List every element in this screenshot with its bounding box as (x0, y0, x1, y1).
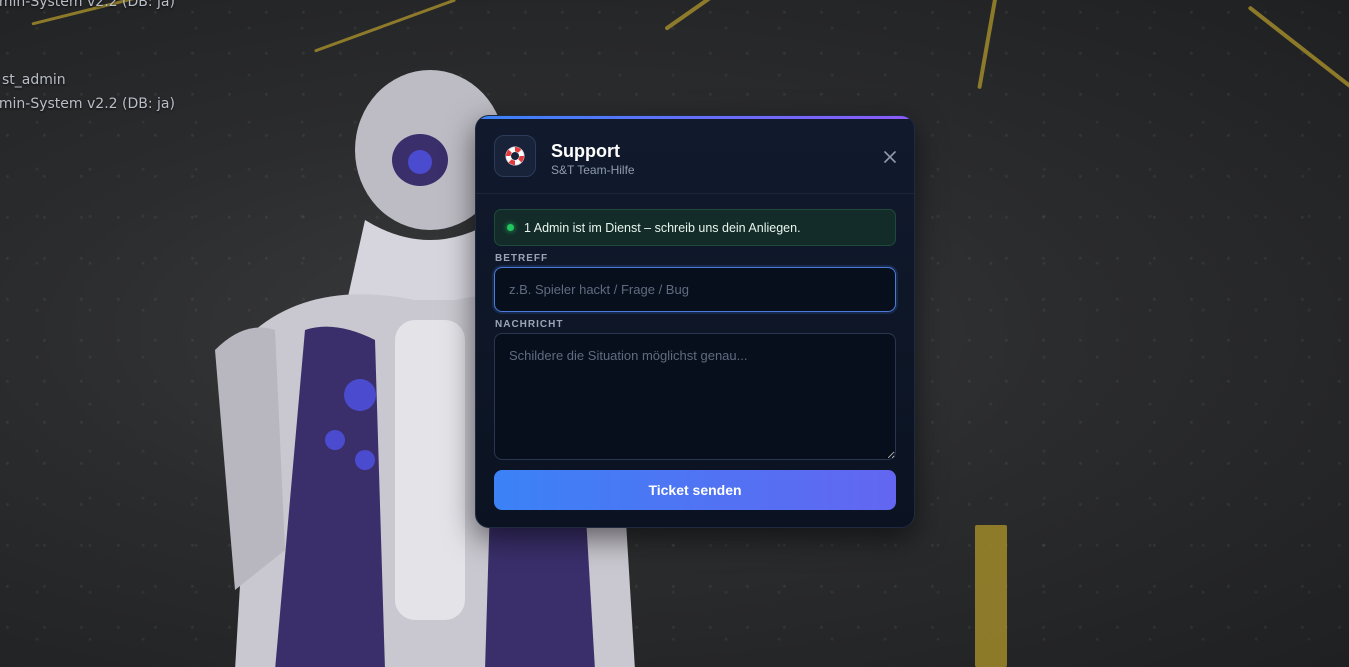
status-banner: 1 Admin ist im Dienst – schreib uns dein… (494, 209, 896, 246)
debug-overlay-line: dmin-System v2.2 (DB: ja) (0, 96, 175, 112)
online-dot-icon (507, 224, 514, 231)
road-marking (1247, 5, 1349, 89)
modal-subtitle: S&T Team-Hilfe (551, 163, 635, 177)
road-marking (977, 0, 998, 90)
road-marking (664, 0, 716, 31)
road-marking (314, 0, 456, 53)
submit-ticket-button[interactable]: Ticket senden (494, 470, 896, 510)
debug-overlay-line: dmin-System v2.2 (DB: ja) (0, 0, 175, 10)
road-marking (975, 525, 1007, 667)
message-label: NACHRICHT (495, 319, 564, 330)
close-icon[interactable] (882, 149, 898, 165)
subject-input[interactable] (494, 267, 896, 312)
message-textarea[interactable] (494, 333, 896, 460)
modal-header: Support S&T Team-Hilfe (476, 119, 914, 194)
modal-title: Support (551, 141, 620, 161)
debug-overlay-line: st_admin (2, 72, 66, 88)
subject-label: BETREFF (495, 253, 549, 264)
lifebuoy-icon (494, 135, 536, 177)
support-modal: Support S&T Team-Hilfe 1 Admin ist im Di… (475, 115, 915, 528)
status-text: 1 Admin ist im Dienst – schreib uns dein… (524, 220, 801, 235)
